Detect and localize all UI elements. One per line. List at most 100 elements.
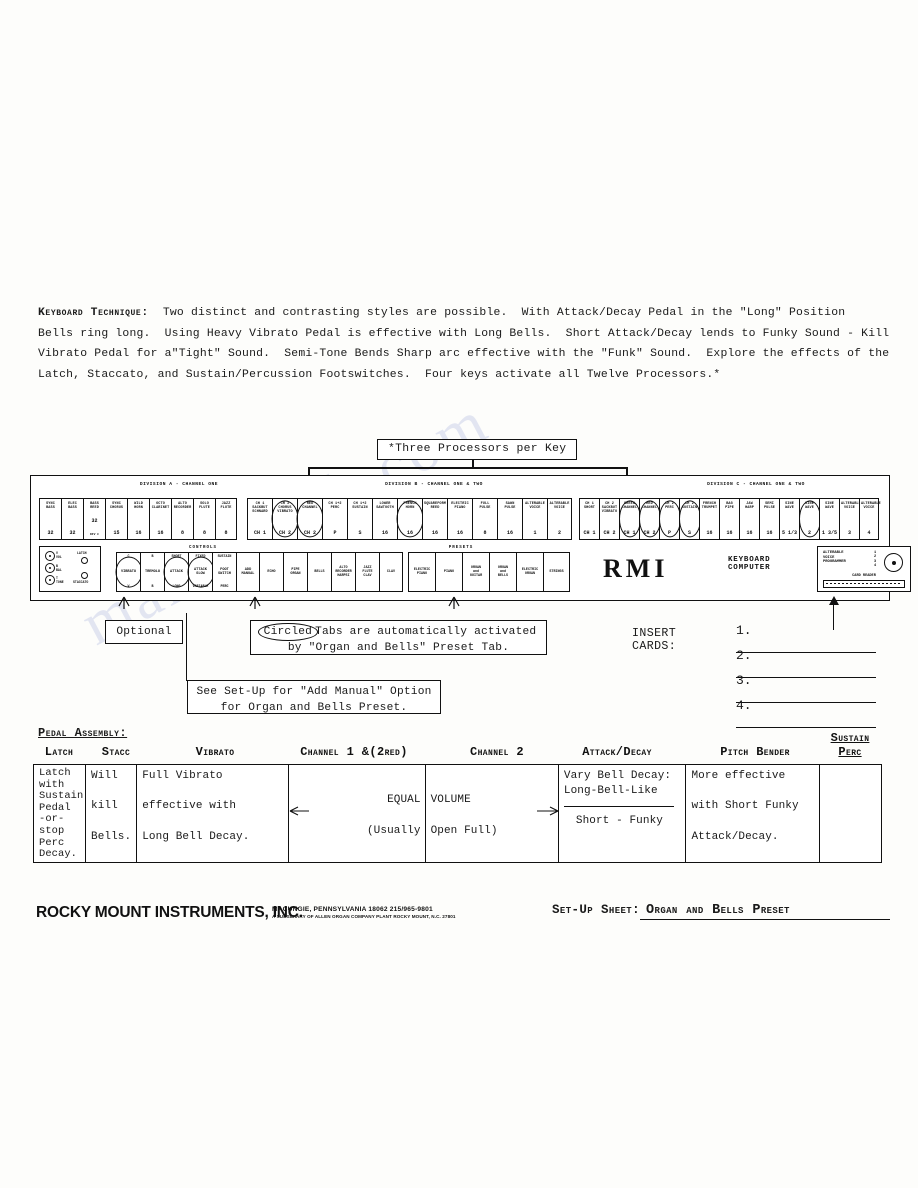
panel-tab-number: 2 [807, 530, 811, 536]
panel-tab-number: 5 1/3 [781, 530, 797, 536]
preset-tab[interactable]: CLAV [379, 552, 403, 592]
panel-tab[interactable]: CH 2 PERC P [659, 498, 679, 540]
panel-tab-name: ALTERABLE VOICE [861, 501, 881, 510]
panel-tab[interactable]: JAW HARP 16 [739, 498, 759, 540]
setup-sheet-value[interactable]: Organ and Bells Preset [640, 903, 891, 920]
panel-tab[interactable]: OCTO CLARINET 16 [149, 498, 171, 540]
add-manual-arrow-icon [249, 596, 261, 609]
preset-tab[interactable]: JAZZ FLUTE CLAV [355, 552, 379, 592]
panel-tab[interactable]: CH 1+2 SUSTAIN S [347, 498, 372, 540]
presets-left-row: ECHO PIPE ORGAN BELLS ALTO RECORDER HARPSI JAZZ… [259, 552, 403, 592]
volume-knob[interactable] [45, 551, 55, 561]
preset-tab[interactable]: BELLS [307, 552, 331, 592]
panel-tab[interactable]: SYNC CHORUS 15 [105, 498, 127, 540]
keyboard-technique-paragraph: Keyboard Technique: Two distinct and con… [38, 303, 896, 385]
insert-card-number: 1. [736, 623, 752, 638]
panel-tab[interactable]: BAG PIPE 16 [719, 498, 739, 540]
panel-tab-number: 16 [726, 530, 733, 536]
panel-tab-number: CH 2 [278, 530, 291, 536]
panel-tab-number: 16 [157, 530, 164, 536]
panel-tab-number: CH 2 [643, 530, 656, 536]
staccato-indicator[interactable] [81, 572, 88, 579]
panel-tab[interactable]: FRENCH HORN 16 [397, 498, 422, 540]
balance-knob[interactable] [45, 563, 55, 573]
division-c-tabs: CH 1 SHORT CH 1 CH 2 SACKBUT VIBRATO CH 2 GREEN… [579, 498, 881, 540]
panel-tab[interactable]: SOLO FLUTE 8 [193, 498, 215, 540]
panel-tab[interactable]: ALTERABLE VOICE 4 [859, 498, 881, 540]
panel-tab[interactable]: ALTERABLE VOICE 1 [522, 498, 547, 540]
controls-section-title: CONTROLS [188, 546, 218, 550]
panel-tab[interactable]: JAZZ FLUTE 8 [215, 498, 237, 540]
card-reader-slot[interactable] [823, 580, 905, 588]
preset-tab[interactable]: PIPE ORGAN [283, 552, 307, 592]
panel-tab[interactable]: ELECTRIC PIANO 16 [447, 498, 472, 540]
insert-card-line[interactable] [736, 717, 876, 728]
circled-tabs-line2: by "Organ and Bells" Preset Tab. [287, 642, 510, 654]
panel-tab[interactable]: LOWER SAWTOOTH 16 [372, 498, 397, 540]
control-tab[interactable]: C VIBRATO V [116, 552, 140, 592]
control-tab[interactable]: ADD MANUAL [236, 552, 260, 592]
panel-tab[interactable]: RED CHANNEL CH 2 [639, 498, 659, 540]
panel-tab[interactable]: SAWN PULSE 16 [497, 498, 522, 540]
panel-tab-number: CH 1 [253, 530, 266, 536]
cell-vibrato: Full Vibrato effective with Long Bell De… [137, 765, 290, 862]
panel-tab-number: CH 2 [303, 530, 316, 536]
preset-tab[interactable]: ORGAN and BELLS [489, 552, 516, 592]
panel-tab[interactable]: SINE WAVE 1 3/5 [819, 498, 839, 540]
preset-tab[interactable]: ELECTRIC ORGAN [516, 552, 543, 592]
preset-tab[interactable]: ORGAN and GUITAR [462, 552, 489, 592]
panel-tab[interactable]: CH 1 SHORT CH 1 [579, 498, 599, 540]
control-tab[interactable]: SUSTAIN FOOT SWITCH PERC [212, 552, 236, 592]
panel-tab[interactable]: RED CHANNEL CH 2 [297, 498, 322, 540]
preset-tab[interactable]: ALTO RECORDER HARPSI [331, 552, 355, 592]
panel-tab[interactable]: ALTERABLE VOICE 2 [547, 498, 572, 540]
panel-tab[interactable]: ALTO RECORDER 8 [171, 498, 193, 540]
control-tab-b: ATTACK [170, 569, 183, 574]
circled-tabs-callout: Circled Tabs are automatically activated b… [250, 620, 547, 655]
preset-tab[interactable]: ECHO [259, 552, 283, 592]
panel-tab[interactable]: SINE WAVE 2 [799, 498, 819, 540]
alterable-voice-programmer[interactable]: ALTERABLE VOICE PROGRAMMER 1234 CARD READE… [817, 546, 911, 592]
panel-tab[interactable]: FULL PULSE 8 [472, 498, 497, 540]
tone-knob[interactable] [45, 575, 55, 585]
panel-tab[interactable]: CH 1 SACKBUT SCHNARD CH 1 [247, 498, 272, 540]
panel-tab-sublabel: DIV C [89, 532, 99, 536]
panel-tab[interactable]: FRENCH TRUMPET 16 [699, 498, 719, 540]
control-tab[interactable]: B TREMOLO B [140, 552, 164, 592]
pedal-assembly-title: Pedal Assembly: [38, 726, 128, 740]
panel-tab[interactable]: ALTERABLE VOICE 3 [839, 498, 861, 540]
panel-tab[interactable]: CH 2 SUSTAIN S [679, 498, 699, 540]
division-a-tabs: SYNC BASS 32 ELEC BASS 32 BASS REED 32 DIV C SYNC C… [39, 498, 237, 540]
panel-tab[interactable]: SQUAREFORM REED 16 [422, 498, 447, 540]
control-tab-c: B [151, 583, 154, 588]
panel-tab[interactable]: BASS REED 32 DIV C [83, 498, 105, 540]
panel-tab-name: WILD HORN [134, 501, 143, 510]
add-manual-line2: for Organ and Bells Preset. [220, 702, 408, 714]
panel-tab-name: SAWN PULSE [504, 501, 516, 510]
panel-tab[interactable]: SEMI PULSE 16 [759, 498, 779, 540]
control-tab[interactable]: SHORT ATTACK LONG [164, 552, 188, 592]
circled-tabs-line1: Tabs are automatically activated [315, 626, 537, 638]
voice-programmer-knob[interactable] [884, 553, 903, 572]
company-name: ROCKY MOUNT INSTRUMENTS, INC. [36, 904, 303, 921]
header-sustain-perc: Sustain Perc [830, 731, 870, 759]
insert-card-row[interactable]: 4. [736, 698, 876, 728]
cell-attack-decay: Vary Bell Decay: Long-Bell-Like Short - … [559, 765, 687, 862]
panel-tab[interactable]: CH 2 SACKBUT VIBRATO CH 2 [599, 498, 619, 540]
panel-tab-number: S [358, 530, 362, 536]
preset-tab[interactable]: PIANO [435, 552, 462, 592]
panel-tab[interactable]: CH 1+2 PERC P [322, 498, 347, 540]
panel-tab[interactable]: SINE WAVE 5 1/3 [779, 498, 799, 540]
panel-tab[interactable]: GREEN CHANNEL CH 1 [619, 498, 639, 540]
panel-tab[interactable]: CH 2 CHORUS VIBRATO CH 2 [272, 498, 297, 540]
control-tab[interactable]: FIXED ATTACK SLOW VARIABLE [188, 552, 212, 592]
master-knob-cluster[interactable]: V VOL B BAL T TONE LATCH STACCATO [39, 546, 101, 592]
voice-programmer-numbers: 1234 [874, 551, 877, 569]
panel-tab[interactable]: SYNC BASS 32 [39, 498, 61, 540]
channel2-volume: VOLUME [430, 794, 471, 806]
panel-tab[interactable]: WILD HORN 16 [127, 498, 149, 540]
panel-tab[interactable]: ELEC BASS 32 [61, 498, 83, 540]
preset-tab[interactable]: ELECTRIC PIANO [408, 552, 435, 592]
preset-tab[interactable]: STRINGS [543, 552, 570, 592]
latch-indicator[interactable] [81, 557, 88, 564]
